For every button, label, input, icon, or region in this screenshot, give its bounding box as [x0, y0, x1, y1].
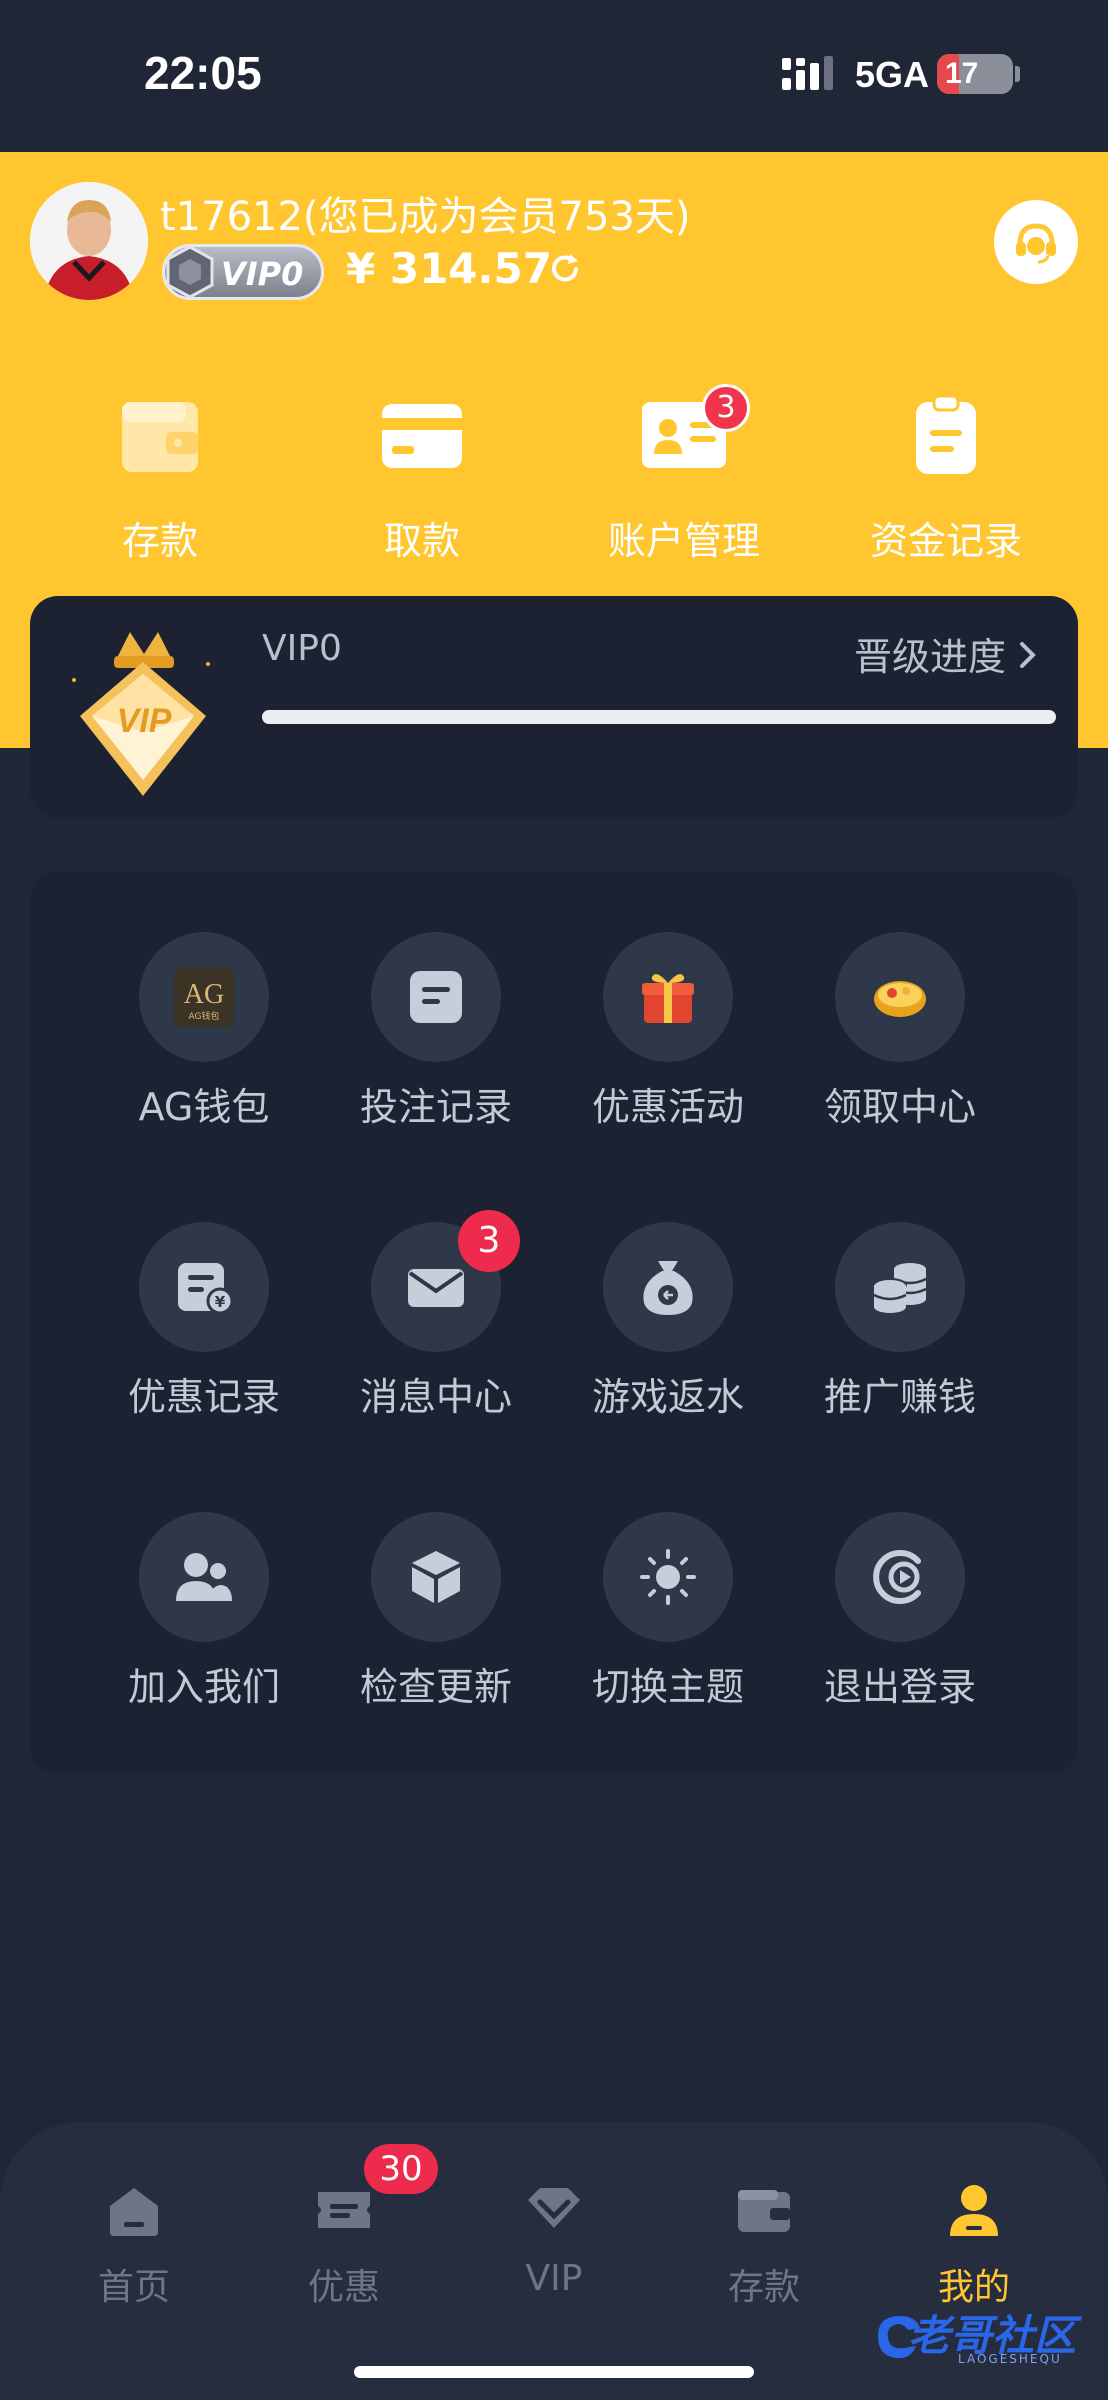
menu-label: 加入我们 — [127, 1665, 280, 1709]
vip-level-label: VIP0 — [262, 628, 342, 669]
menu-label: 切换主题 — [591, 1665, 744, 1709]
home-indicator[interactable] — [354, 2366, 754, 2378]
menu-label: 领取中心 — [823, 1085, 976, 1129]
users-icon — [176, 1553, 232, 1601]
tab-label: 优惠 — [307, 2267, 380, 2308]
ticket-icon — [318, 2192, 370, 2228]
menu-item-game-rebate[interactable]: 游戏返水 — [568, 1162, 768, 1419]
avatar[interactable] — [30, 182, 148, 300]
card-icon — [382, 404, 462, 468]
quick-action-label: 账户管理 — [607, 519, 760, 563]
vip-level-card[interactable]: VIP VIP0 晋级进度 — [30, 596, 1078, 818]
deposit-action[interactable]: 存款 — [60, 392, 260, 563]
withdraw-action[interactable]: 取款 — [322, 392, 522, 563]
menu-item-referral[interactable]: 推广赚钱 — [800, 1162, 1000, 1419]
battery-level: 17 — [945, 57, 979, 90]
tab-home[interactable]: 首页 — [34, 2180, 234, 2320]
menu-label: 优惠记录 — [127, 1375, 280, 1419]
menu-item-logout[interactable]: 退出登录 — [800, 1452, 1000, 1709]
logout-icon — [873, 1550, 921, 1604]
promo-record-icon: ¥ — [178, 1263, 234, 1315]
menu-label: 游戏返水 — [591, 1375, 744, 1419]
notification-badge: 30 — [364, 2144, 438, 2194]
watermark-logo: 老哥社区 LAOGESHEQU — [868, 2300, 1094, 2372]
tab-vip[interactable]: VIP — [454, 2180, 654, 2320]
menu-label: 退出登录 — [823, 1665, 976, 1709]
menu-label: 优惠活动 — [591, 1085, 744, 1129]
network-label: 5GA — [855, 54, 930, 95]
svg-text:¥: ¥ — [215, 1293, 226, 1311]
quick-action-label: 资金记录 — [869, 519, 1022, 563]
vip-gem-icon — [166, 245, 214, 299]
bet-record-icon — [410, 971, 462, 1023]
status-time: 22:05 — [144, 47, 262, 99]
wallet-icon — [122, 402, 198, 472]
mail-icon — [408, 1269, 464, 1307]
menu-label: 投注记录 — [359, 1085, 512, 1129]
menu-item-promotions[interactable]: 优惠活动 — [568, 872, 768, 1129]
wallet-icon — [738, 2190, 790, 2232]
status-bar: 22:05 5GA 17 — [0, 0, 1108, 152]
coin-stack-icon — [873, 1263, 927, 1313]
menu-item-message-center[interactable]: 3 消息中心 — [336, 1162, 536, 1419]
menu-item-join-us[interactable]: 加入我们 — [104, 1452, 304, 1709]
quick-actions: 存款 取款 3 账户管理 资金记录 — [0, 384, 1108, 563]
menu-label: 推广赚钱 — [823, 1375, 976, 1419]
account-management-action[interactable]: 3 账户管理 — [584, 384, 784, 563]
vip-progress-bar — [262, 710, 1056, 724]
quick-action-label: 存款 — [121, 519, 198, 563]
refresh-icon[interactable] — [548, 252, 582, 286]
battery-tip — [1015, 66, 1020, 82]
vip-badge[interactable]: VIP0 — [162, 244, 324, 300]
upgrade-progress-link[interactable]: 晋级进度 — [854, 626, 1038, 681]
menu-item-promo-record[interactable]: ¥ 优惠记录 — [104, 1162, 304, 1419]
menu-item-switch-theme[interactable]: 切换主题 — [568, 1452, 768, 1709]
notification-badge: 3 — [458, 1210, 520, 1272]
headset-icon — [1016, 223, 1056, 264]
fund-record-action[interactable]: 资金记录 — [846, 392, 1046, 563]
ag-wallet-icon-text: AG钱包 — [189, 1010, 220, 1022]
tab-label: 首页 — [97, 2267, 170, 2308]
ag-wallet-icon: AG AG钱包 — [174, 967, 234, 1027]
menu-label: 消息中心 — [359, 1375, 512, 1419]
tab-label: 存款 — [727, 2267, 800, 2308]
tab-promotions[interactable]: 30 优惠 — [244, 2144, 444, 2320]
svg-text:AG: AG — [184, 979, 224, 1010]
quick-action-label: 取款 — [383, 519, 460, 563]
vip-crown-icon: VIP — [72, 632, 210, 796]
money-bag-icon — [643, 1261, 693, 1315]
signal-icon — [782, 56, 833, 90]
battery-indicator: 17 — [937, 54, 1013, 94]
menu-grid: AG AG钱包 AG钱包 投注记录 优惠活动 领取中心 ¥ 优惠记录 3 消息中… — [30, 872, 1078, 1774]
menu-item-check-update[interactable]: 检查更新 — [336, 1452, 536, 1709]
home-icon — [110, 2188, 158, 2236]
menu-label: 检查更新 — [359, 1665, 512, 1709]
username: t17612(您已成为会员753天) — [160, 194, 691, 240]
person-icon — [950, 2185, 998, 2236]
svg-text:VIP: VIP — [117, 702, 172, 740]
menu-item-claim-center[interactable]: 领取中心 — [800, 872, 1000, 1129]
clipboard-icon — [916, 394, 976, 474]
menu-label: AG钱包 — [138, 1085, 270, 1129]
chevron-right-icon — [1020, 642, 1036, 668]
diamond-icon — [528, 2188, 580, 2228]
cube-icon — [412, 1551, 460, 1603]
balance: ¥ 314.57 — [346, 244, 552, 293]
watermark-subtext: LAOGESHEQU — [958, 2352, 1062, 2366]
upgrade-progress-label: 晋级进度 — [853, 635, 1006, 679]
customer-service-button[interactable] — [994, 200, 1078, 284]
avatar-image — [30, 182, 148, 300]
vip-badge-label: VIP0 — [221, 255, 304, 293]
coin-bowl-icon — [874, 981, 926, 1017]
tab-mine[interactable]: 我的 — [874, 2180, 1074, 2320]
sun-icon — [640, 1549, 696, 1605]
notification-badge: 3 — [702, 384, 750, 432]
tab-deposit[interactable]: 存款 — [664, 2180, 864, 2320]
menu-item-ag-wallet[interactable]: AG AG钱包 AG钱包 — [104, 872, 304, 1129]
menu-item-bet-record[interactable]: 投注记录 — [336, 872, 536, 1129]
gift-icon — [642, 974, 694, 1023]
tab-label: VIP — [525, 2258, 583, 2299]
